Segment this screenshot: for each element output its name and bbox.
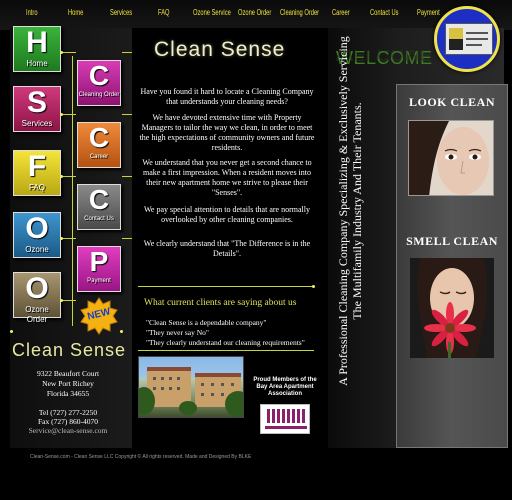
nav-home[interactable]: Home: [68, 8, 83, 17]
fax: Fax (727) 860-4070: [38, 417, 98, 426]
connector-dot: [60, 237, 63, 240]
look-clean-heading: LOOK CLEAN: [408, 95, 495, 109]
contact-us-letter: C: [88, 184, 110, 215]
testimonial-quote: "They clearly understand our cleaning re…: [146, 338, 305, 347]
connector-line: [122, 176, 132, 177]
ozone-order-tile-button[interactable]: O Ozone Order: [13, 272, 61, 324]
nav-services[interactable]: Services: [110, 8, 132, 17]
services-label: Services: [21, 119, 53, 128]
services-tile-button[interactable]: S Services: [13, 86, 61, 132]
phone-numbers: Tel (727) 277-2250 Fax (727) 860-4070: [12, 408, 124, 426]
home-tile-button[interactable]: H Home: [13, 26, 61, 72]
faq-label: FAQ: [28, 183, 45, 192]
connector-line: [62, 176, 76, 177]
footer-copyright: Clean-Sense.com - Clean Sense LLC Copyri…: [30, 454, 252, 460]
connector-line: [62, 114, 76, 115]
face-photo: [408, 120, 494, 196]
intro-paragraph: We understand that you never get a secon…: [142, 158, 312, 197]
new-badge-icon: NEW: [80, 297, 118, 335]
payment-label: Payment: [87, 278, 111, 284]
ozone-letter: O: [25, 212, 49, 245]
connector-dot: [60, 51, 63, 54]
connector-line: [122, 114, 132, 115]
intro-paragraph: We pay special attention to details that…: [144, 205, 310, 224]
intro-paragraph: Have you found it hard to locate a Clean…: [140, 87, 314, 106]
nav-ozone-order[interactable]: Ozone Order: [238, 8, 271, 17]
connector-line: [122, 238, 132, 239]
tagline-container: A Professional Cleaning Company Speciali…: [328, 36, 390, 438]
top-navigation: Intro Home Services FAQ Ozone Service Oz…: [0, 0, 512, 30]
career-letter: C: [88, 122, 110, 153]
faq-letter: F: [27, 150, 47, 183]
payment-letter: P: [89, 246, 109, 277]
connector-dot: [60, 113, 63, 116]
flower-photo: [410, 258, 494, 358]
services-letter: S: [26, 86, 47, 119]
telephone: Tel (727) 277-2250: [38, 408, 98, 417]
nav-payment[interactable]: Payment: [417, 8, 440, 17]
tagline-vertical: A Professional Cleaning Company Speciali…: [336, 36, 364, 386]
intro-paragraph: We clearly understand that "The Differen…: [143, 239, 311, 258]
logo-card-icon: [445, 23, 493, 55]
ozone-label: Ozone: [25, 245, 49, 254]
connector-line: [122, 52, 132, 53]
nav-career[interactable]: Career: [332, 8, 350, 17]
nav-ozone-service[interactable]: Ozone Service: [193, 8, 231, 17]
connector-dot: [60, 175, 63, 178]
smell-clean-heading: SMELL CLEAN: [406, 234, 498, 248]
address-line: Florida 34655: [46, 389, 90, 398]
home-letter: H: [26, 26, 48, 59]
nav-intro[interactable]: Intro: [26, 8, 38, 17]
testimonial-quote: "They never say No": [146, 328, 209, 337]
email-link[interactable]: Service@clean-sense.com: [12, 426, 124, 435]
address: 9322 Beaufort Court New Port Richey Flor…: [12, 369, 124, 399]
membership-text: Proud Members of the Bay Area Apartment …: [253, 377, 317, 397]
intro-paragraph: We have devoted extensive time with Prop…: [139, 113, 315, 152]
ozone-tile-button[interactable]: O Ozone: [13, 212, 61, 258]
cleaning-order-letter: C: [88, 60, 110, 91]
contact-us-label: Contact Us: [84, 216, 114, 222]
page-title: Clean Sense: [154, 38, 286, 61]
connector-dot: [312, 285, 315, 288]
contact-us-tile-button[interactable]: C Contact Us: [77, 184, 121, 230]
home-label: Home: [26, 59, 48, 68]
company-logo[interactable]: [434, 6, 500, 72]
brand-logo-text: Clean Sense: [12, 340, 127, 360]
nav-faq[interactable]: FAQ: [158, 8, 170, 17]
faq-tile-button[interactable]: F FAQ: [13, 150, 61, 196]
apartment-building-photo: [138, 356, 244, 418]
cleaning-order-label: Cleaning Order: [78, 92, 120, 98]
career-label: Career: [89, 154, 109, 160]
connector-line: [62, 52, 76, 53]
connector-dot: [120, 330, 123, 333]
connector-dot: [60, 299, 63, 302]
testimonials-heading: What current clients are saying about us: [144, 298, 297, 308]
testimonial-quote: "Clean Sense is a dependable company": [146, 318, 267, 327]
address-line: 9322 Beaufort Court: [36, 369, 100, 378]
divider: [138, 286, 314, 287]
connector-line: [62, 300, 76, 301]
ozone-order-letter: O: [25, 272, 49, 305]
ozone-order-label: Ozone Order: [25, 305, 49, 324]
nav-contact-us[interactable]: Contact Us: [370, 8, 398, 17]
association-logo: [260, 404, 310, 434]
connector-line: [72, 56, 73, 326]
cleaning-order-tile-button[interactable]: C Cleaning Order: [77, 60, 121, 106]
address-line: New Port Richey: [42, 379, 94, 388]
divider: [138, 350, 314, 351]
nav-cleaning-order[interactable]: Cleaning Order: [280, 8, 319, 17]
connector-line: [62, 238, 76, 239]
career-tile-button[interactable]: C Career: [77, 122, 121, 168]
payment-tile-button[interactable]: P Payment: [77, 246, 121, 292]
connector-dot: [10, 330, 13, 333]
